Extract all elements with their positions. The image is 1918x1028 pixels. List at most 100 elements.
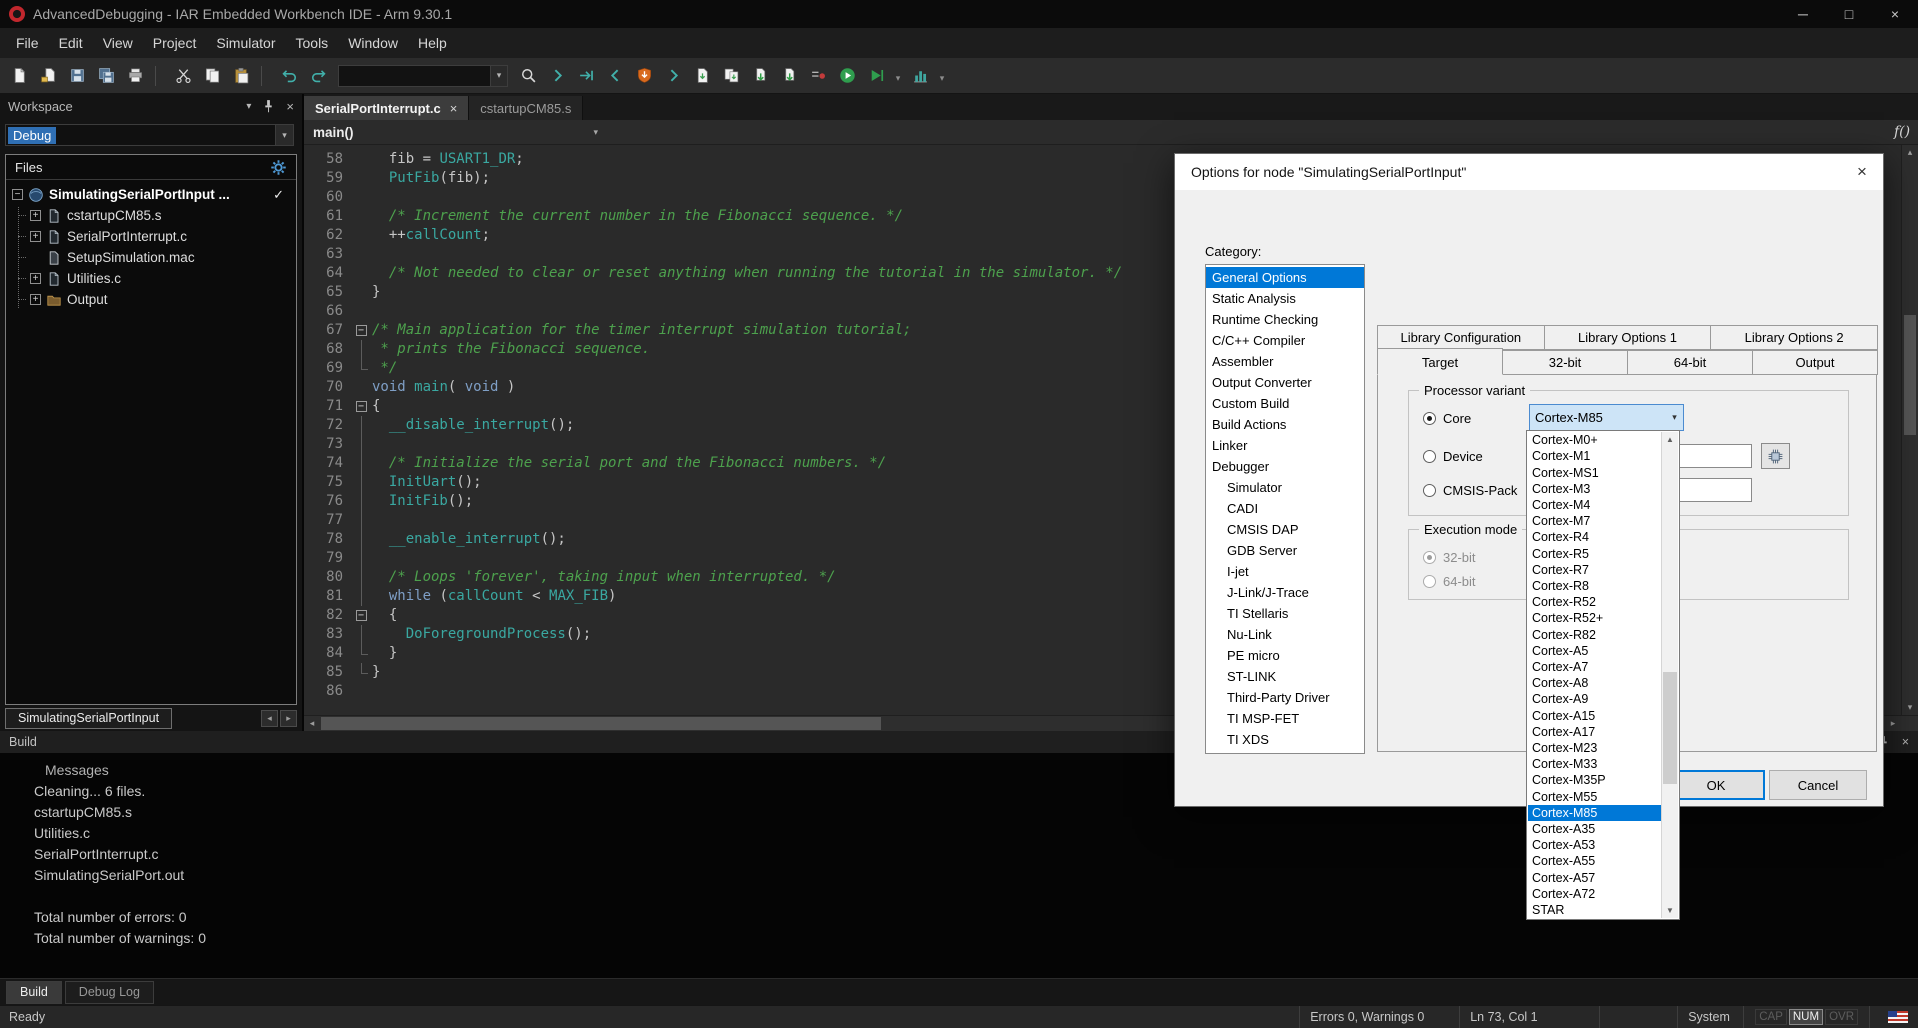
tree-item-serialportinterrupt-c[interactable]: +SerialPortInterrupt.c [6,226,296,247]
category-item-cadi[interactable]: CADI [1206,498,1364,519]
dropdown-option-cortex-m85[interactable]: Cortex-M85 [1528,805,1661,821]
dropdown-scrollbar[interactable]: ▲ ▼ [1661,432,1678,918]
workspace-tab[interactable]: SimulatingSerialPortInput [5,708,172,729]
category-item-custom-build[interactable]: Custom Build [1206,393,1364,414]
category-item-i-jet[interactable]: I-jet [1206,561,1364,582]
collapse-icon[interactable]: − [12,189,23,200]
core-radio[interactable]: Core [1423,411,1471,426]
compile-button[interactable] [688,62,716,90]
processor-variant-dropdown[interactable]: Cortex-M85 ▾ [1529,404,1684,431]
performance-analyzer-button[interactable] [906,62,934,90]
tree-item-simulatingserialportinput[interactable]: −SimulatingSerialPortInput ...✓ [6,184,296,205]
scroll-right-icon[interactable]: ▸ [1885,716,1901,731]
dropdown-option-cortex-a15[interactable]: Cortex-A15 [1528,707,1661,723]
category-list[interactable]: General OptionsStatic AnalysisRuntime Ch… [1205,264,1365,754]
category-item-c-c-compiler[interactable]: C/C++ Compiler [1206,330,1364,351]
tab-scroll-right-button[interactable]: ▸ [280,710,297,727]
radio-32-bit[interactable]: 32-bit [1423,550,1476,565]
editor-tab-cstartupcm85-s[interactable]: cstartupCM85.s [469,96,583,120]
options-tab-output[interactable]: Output [1752,350,1878,375]
output-tab-build[interactable]: Build [6,981,62,1004]
category-item-linker[interactable]: Linker [1206,435,1364,456]
dropdown-option-cortex-a8[interactable]: Cortex-A8 [1528,675,1661,691]
new-file-button[interactable] [5,62,33,90]
expand-icon[interactable]: + [30,294,41,305]
chevron-down-icon[interactable]: ▾ [275,125,293,145]
dropdown-option-cortex-m33[interactable]: Cortex-M33 [1528,756,1661,772]
cut-button[interactable] [169,62,197,90]
dropdown-option-cortex-m3[interactable]: Cortex-M3 [1528,481,1661,497]
dropdown-option-cortex-a53[interactable]: Cortex-A53 [1528,837,1661,853]
dropdown-option-cortex-ms1[interactable]: Cortex-MS1 [1528,464,1661,480]
category-item-pe-micro[interactable]: PE micro [1206,645,1364,666]
scroll-up-icon[interactable]: ▴ [1902,145,1918,160]
tab-scroll-left-button[interactable]: ◂ [261,710,278,727]
category-item-cmsis-dap[interactable]: CMSIS DAP [1206,519,1364,540]
dropdown-option-cortex-m35p[interactable]: Cortex-M35P [1528,772,1661,788]
dropdown-option-star[interactable]: STAR [1528,902,1661,918]
dropdown-option-cortex-m7[interactable]: Cortex-M7 [1528,513,1661,529]
search-button[interactable] [514,62,542,90]
find-next-button[interactable] [543,62,571,90]
category-item-gdb-server[interactable]: GDB Server [1206,540,1364,561]
download-active-application-button[interactable] [746,62,774,90]
category-item-general-options[interactable]: General Options [1206,267,1364,288]
print-button[interactable] [121,62,149,90]
tab-close-icon[interactable]: × [450,101,458,116]
menu-file[interactable]: File [6,30,49,56]
dropdown-option-cortex-r8[interactable]: Cortex-R8 [1528,578,1661,594]
download-file-button[interactable] [775,62,803,90]
chevron-down-icon[interactable]: ▾ [490,66,507,86]
category-item-simulator[interactable]: Simulator [1206,477,1364,498]
redo-button[interactable] [304,62,332,90]
menu-project[interactable]: Project [143,30,207,56]
maximize-button[interactable]: □ [1826,0,1872,28]
category-item-ti-xds[interactable]: TI XDS [1206,729,1364,750]
save-all-button[interactable] [92,62,120,90]
dropdown-option-cortex-r4[interactable]: Cortex-R4 [1528,529,1661,545]
device-browse-button[interactable] [1761,443,1790,469]
dialog-close-button[interactable]: × [1845,162,1879,182]
cmsis-pack-radio[interactable]: CMSIS-Pack [1423,483,1517,498]
dropdown-option-cortex-r52[interactable]: Cortex-R52 [1528,594,1661,610]
chevron-down-icon[interactable]: ▾ [246,101,251,112]
options-tab-64-bit[interactable]: 64-bit [1627,350,1753,375]
menu-simulator[interactable]: Simulator [206,30,285,56]
tree-item-setupsimulation-mac[interactable]: SetupSimulation.mac [6,247,296,268]
cancel-button[interactable]: Cancel [1769,770,1867,800]
pin-icon[interactable] [260,98,277,115]
editor-vertical-scrollbar[interactable]: ▴ ▾ [1901,145,1918,715]
category-item-ti-msp-fet[interactable]: TI MSP-FET [1206,708,1364,729]
dropdown-option-cortex-a57[interactable]: Cortex-A57 [1528,869,1661,885]
dropdown-option-cortex-m1[interactable]: Cortex-M1 [1528,448,1661,464]
editor-tab-serialportinterrupt-c[interactable]: SerialPortInterrupt.c× [304,96,469,120]
function-selector[interactable]: main() ▾ [304,125,604,140]
options-tab-target[interactable]: Target [1377,348,1503,375]
configuration-dropdown[interactable]: Debug ▾ [5,124,294,146]
gear-icon[interactable] [270,159,287,176]
horizontal-scroll-thumb[interactable] [321,717,881,730]
category-item-static-analysis[interactable]: Static Analysis [1206,288,1364,309]
scroll-down-icon[interactable]: ▼ [1662,903,1678,918]
workspace-close-icon[interactable]: × [286,99,294,114]
options-tab-32-bit[interactable]: 32-bit [1502,350,1628,375]
dropdown-option-cortex-a72[interactable]: Cortex-A72 [1528,886,1661,902]
menu-tools[interactable]: Tools [286,30,339,56]
expand-icon[interactable]: + [30,273,41,284]
output-tab-debug-log[interactable]: Debug Log [65,981,154,1004]
scroll-left-icon[interactable]: ◂ [304,716,320,731]
processor-dropdown-list[interactable]: Cortex-M0+Cortex-M1Cortex-MS1Cortex-M3 Co… [1526,430,1680,920]
vertical-scroll-thumb[interactable] [1904,315,1916,435]
fold-toggle-icon[interactable]: − [350,321,372,340]
save-button[interactable] [63,62,91,90]
dropdown-option-cortex-r82[interactable]: Cortex-R82 [1528,626,1661,642]
dropdown-option-cortex-m23[interactable]: Cortex-M23 [1528,740,1661,756]
open-file-button[interactable] [34,62,62,90]
category-item-runtime-checking[interactable]: Runtime Checking [1206,309,1364,330]
category-item-debugger[interactable]: Debugger [1206,456,1364,477]
menu-view[interactable]: View [93,30,143,56]
dropdown-option-cortex-m0[interactable]: Cortex-M0+ [1528,432,1661,448]
radio-64-bit[interactable]: 64-bit [1423,574,1476,589]
fold-toggle-icon[interactable]: − [350,606,372,625]
category-item-j-link-j-trace[interactable]: J-Link/J-Trace [1206,582,1364,603]
